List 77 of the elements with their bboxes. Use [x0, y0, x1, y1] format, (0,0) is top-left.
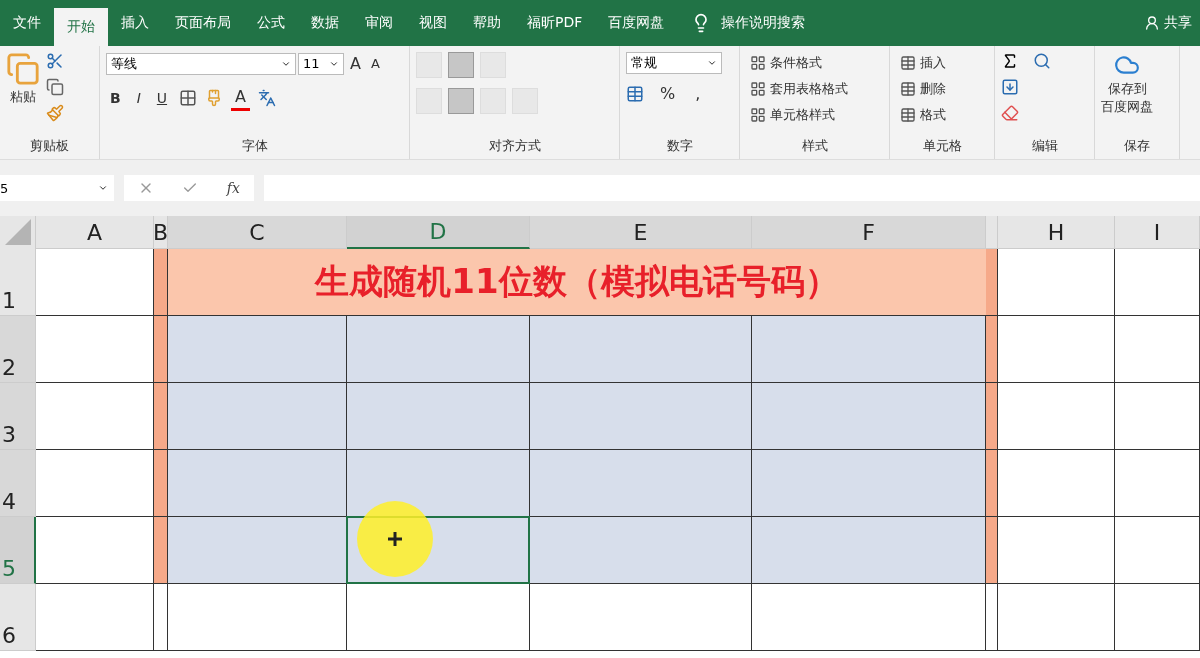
column-header[interactable]: E [530, 216, 752, 249]
column-header[interactable]: D [347, 216, 530, 249]
table-icon [900, 55, 916, 71]
column-header[interactable]: B [154, 216, 168, 249]
ribbon-tab[interactable]: 数据 [298, 0, 352, 46]
scissors-icon[interactable] [46, 52, 64, 70]
title-cell: 生成随机11位数（模拟电话号码） [168, 249, 986, 316]
cells-menu-button[interactable]: 格式 [896, 104, 950, 126]
ribbon-tab[interactable]: 帮助 [460, 0, 514, 46]
name-box[interactable]: 5 [0, 175, 114, 201]
dropdown-caret-icon [707, 58, 717, 68]
align-middle-icon[interactable] [448, 52, 474, 78]
shrink-font-button[interactable]: A [366, 54, 384, 73]
group-label: 剪贴板 [29, 137, 70, 155]
fill-down-icon[interactable] [1001, 78, 1019, 96]
group-label: 编辑 [1030, 137, 1059, 155]
font-name-field[interactable]: 等线 [106, 52, 296, 75]
borders-icon[interactable] [179, 89, 198, 107]
column-header[interactable]: I [1115, 216, 1200, 249]
person-icon [1144, 15, 1160, 31]
row-header[interactable]: 2 [0, 316, 36, 383]
column-header[interactable]: C [168, 216, 347, 249]
paste-button[interactable]: 粘贴 [6, 52, 40, 133]
eraser-icon[interactable] [1001, 104, 1019, 122]
row-header[interactable]: 6 [0, 584, 36, 651]
row-header[interactable]: 4 [0, 450, 36, 517]
align-center-icon[interactable] [448, 88, 474, 114]
grid-icon [750, 107, 766, 123]
ribbon-tab[interactable]: 百度网盘 [595, 0, 678, 46]
cells-menu-button[interactable]: 删除 [896, 78, 950, 100]
row-header[interactable]: 5 [0, 517, 36, 584]
font-style-button[interactable]: I [132, 88, 145, 108]
styles-menu-button[interactable]: 单元格样式 [746, 104, 852, 126]
grow-font-button[interactable]: A [346, 52, 365, 75]
copy-icon[interactable] [46, 78, 64, 96]
ribbon-tab[interactable]: 开始 [54, 8, 108, 46]
table-icon [900, 107, 916, 123]
share-button[interactable]: 共享 [1144, 0, 1200, 46]
font-color-button[interactable]: A [231, 85, 250, 111]
group-label: 字体 [240, 137, 269, 155]
group-label: 对齐方式 [487, 137, 542, 155]
number-style-button[interactable]: % [656, 82, 680, 105]
select-all-icon[interactable] [5, 219, 31, 245]
group-label: 数字 [665, 137, 694, 155]
column-header[interactable]: F [752, 216, 986, 249]
search-icon[interactable] [1033, 52, 1051, 70]
search-label[interactable]: 操作说明搜索 [721, 14, 806, 32]
grid-icon [750, 81, 766, 97]
phonetic-icon[interactable] [258, 89, 276, 107]
group-label: 单元格 [921, 137, 963, 155]
styles-menu-button[interactable]: 条件格式 [746, 52, 852, 74]
number-style-button[interactable]: , [691, 82, 705, 105]
ribbon-tab[interactable]: 文件 [0, 0, 54, 46]
format-painter-icon[interactable] [46, 104, 64, 122]
group-label: 样式 [800, 137, 829, 155]
column-header[interactable]: H [998, 216, 1115, 249]
font-size-field[interactable]: 11 [298, 52, 344, 75]
number-format-field[interactable]: 常规 [626, 52, 722, 74]
table-icon [900, 81, 916, 97]
ribbon-tab[interactable]: 插入 [108, 0, 162, 46]
ribbon-tab[interactable]: 审阅 [352, 0, 406, 46]
ribbon-tab[interactable]: 视图 [406, 0, 460, 46]
styles-menu-button[interactable]: 套用表格格式 [746, 78, 852, 100]
row-header[interactable]: 3 [0, 383, 36, 450]
dropdown-caret-icon [98, 183, 108, 193]
column-header[interactable]: A [36, 216, 154, 249]
font-style-button[interactable]: U [152, 88, 172, 108]
ribbon-tab[interactable]: 页面布局 [162, 0, 244, 46]
save-to-cloud-button[interactable]: 保存到 百度网盘 [1101, 52, 1153, 133]
row-header[interactable]: 1 [0, 249, 36, 316]
font-style-button[interactable]: B [106, 88, 125, 108]
grid-icon [750, 55, 766, 71]
ribbon-tab[interactable]: 公式 [244, 0, 298, 46]
ribbon-tab[interactable]: 福昕PDF [514, 0, 596, 46]
cells-menu-button[interactable]: 插入 [896, 52, 950, 74]
group-label: 保存 [1123, 137, 1151, 155]
insert-function-button[interactable]: fx [226, 180, 240, 196]
